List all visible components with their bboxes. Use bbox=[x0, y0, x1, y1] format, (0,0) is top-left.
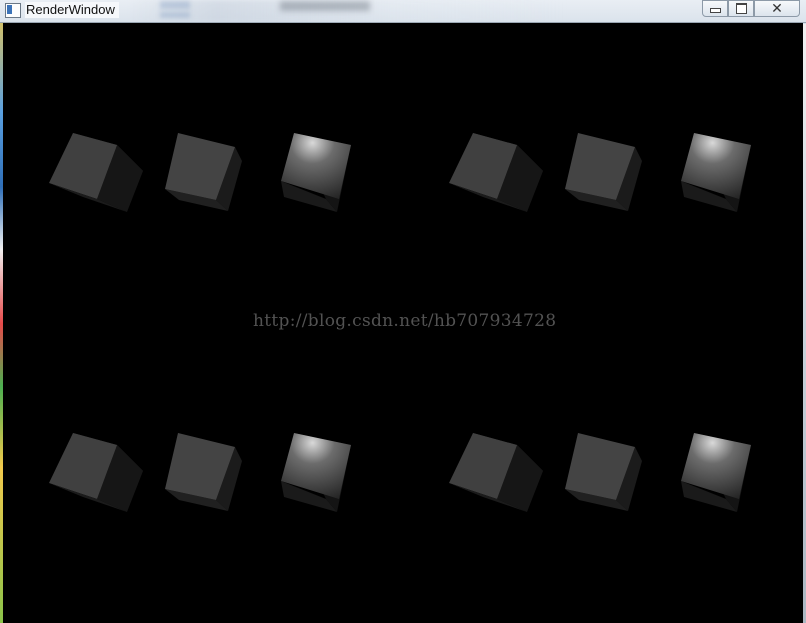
close-button[interactable]: ✕ bbox=[754, 0, 800, 17]
minimize-icon bbox=[709, 8, 721, 13]
cube-gouraud-bottom-right bbox=[565, 433, 642, 511]
cube-flat-top-left bbox=[49, 133, 143, 212]
cube-specular-bottom-left bbox=[281, 433, 351, 512]
minimize-button[interactable] bbox=[702, 0, 728, 17]
window-controls: ✕ bbox=[702, 0, 800, 17]
cube-flat-bottom-left bbox=[49, 433, 143, 512]
window-icon[interactable] bbox=[5, 3, 21, 18]
maximize-button[interactable] bbox=[728, 0, 754, 17]
cube-flat-top-right bbox=[449, 133, 543, 212]
cube-specular-top-right bbox=[681, 133, 751, 212]
window-title: RenderWindow bbox=[25, 2, 119, 18]
blurred-tab bbox=[160, 12, 190, 18]
blurred-text bbox=[280, 1, 370, 11]
cube-gouraud-bottom-left bbox=[165, 433, 242, 511]
cube-specular-bottom-right bbox=[681, 433, 751, 512]
render-viewport[interactable]: http://blog.csdn.net/hb707934728 bbox=[3, 23, 803, 623]
cube-gouraud-top-right bbox=[565, 133, 642, 211]
maximize-icon bbox=[735, 3, 747, 14]
cube-flat-bottom-right bbox=[449, 433, 543, 512]
window-title-bar[interactable]: RenderWindow ✕ bbox=[0, 0, 806, 23]
cube-specular-top-left bbox=[281, 133, 351, 212]
close-icon: ✕ bbox=[771, 0, 783, 16]
watermark-url: http://blog.csdn.net/hb707934728 bbox=[253, 311, 557, 331]
blurred-tab bbox=[160, 1, 190, 9]
cube-gouraud-top-left bbox=[165, 133, 242, 211]
